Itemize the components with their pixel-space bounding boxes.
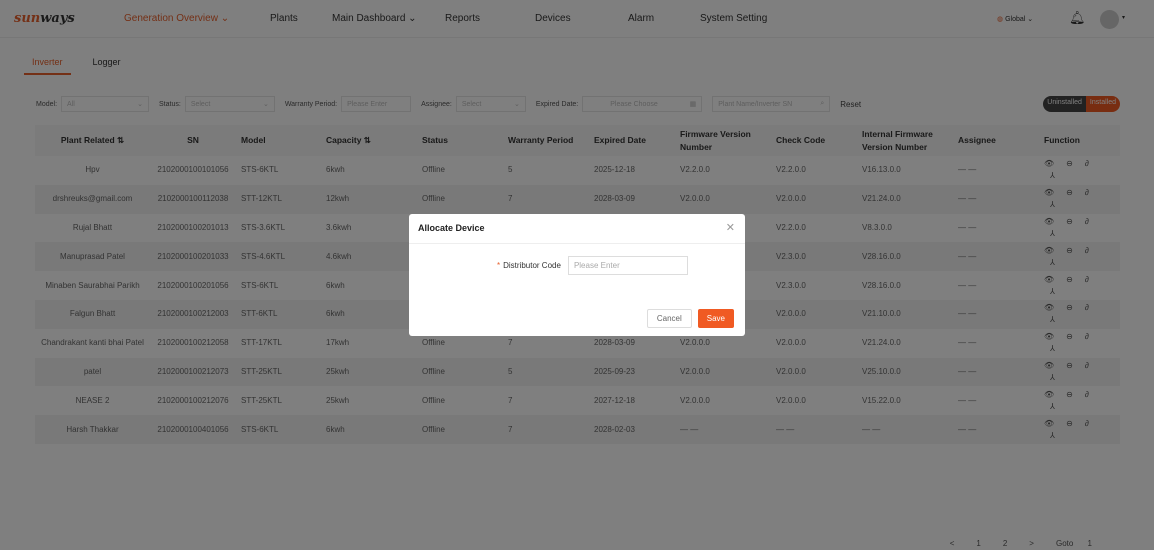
distributor-code-label: Distributor Code — [503, 261, 561, 270]
cancel-button[interactable]: Cancel — [646, 309, 692, 328]
allocate-device-modal: Allocate Device ✕ * Distributor Code Plea… — [409, 214, 745, 336]
modal-title: Allocate Device — [418, 223, 485, 233]
distributor-code-input[interactable]: Please Enter — [567, 256, 688, 275]
distributor-code-placeholder: Please Enter — [573, 261, 620, 270]
close-icon[interactable]: ✕ — [726, 221, 735, 234]
save-button[interactable]: Save — [697, 309, 734, 328]
required-mark: * — [497, 261, 501, 270]
